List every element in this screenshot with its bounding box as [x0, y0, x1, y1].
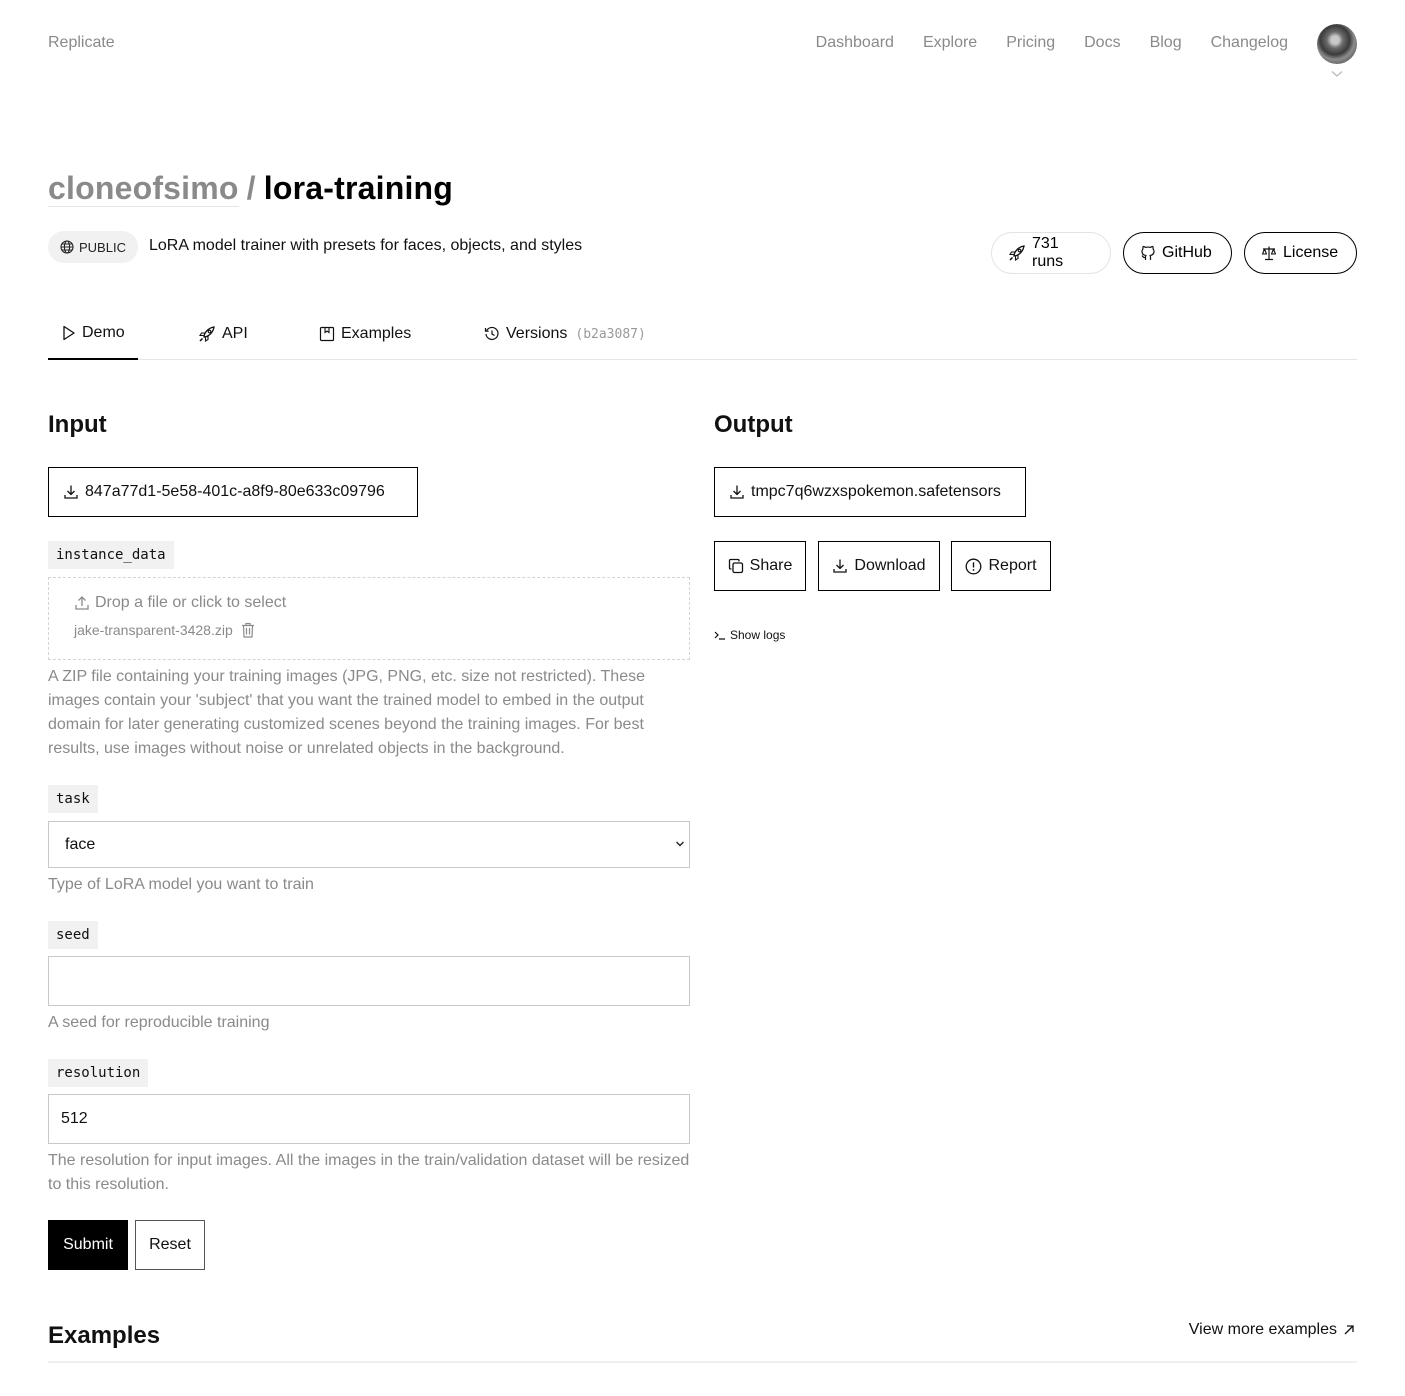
trash-icon[interactable] [241, 622, 255, 638]
resolution-value: 512 [61, 1110, 88, 1127]
title-separator: / [246, 170, 256, 206]
instance-data-help: A ZIP file containing your training imag… [48, 668, 645, 757]
globe-icon [60, 240, 74, 254]
show-logs-label: Show logs [730, 628, 786, 642]
tab-versions[interactable]: Versions (b2a3087) [484, 316, 646, 360]
bookmark-icon [319, 326, 335, 342]
copy-icon [728, 558, 744, 574]
owner-link[interactable]: cloneofsimo [48, 170, 239, 207]
nav-dashboard[interactable]: Dashboard [816, 34, 894, 52]
task-value: face [65, 835, 96, 853]
task-help: Type of LoRA model you want to train [48, 876, 314, 893]
arrow-up-right-icon [1343, 1324, 1355, 1336]
seed-help: A seed for reproducible training [48, 1014, 270, 1031]
download-label: Download [854, 557, 926, 574]
instance-data-dropzone[interactable]: Drop a file or click to select jake-tran… [48, 577, 690, 660]
main-nav: Dashboard Explore Pricing Docs Blog Chan… [787, 34, 1288, 52]
seed-label: seed [48, 921, 98, 949]
nav-docs[interactable]: Docs [1084, 34, 1120, 52]
reset-button[interactable]: Reset [135, 1220, 205, 1270]
version-hash: (b2a3087) [575, 326, 646, 342]
output-heading: Output [714, 411, 793, 438]
top-navigation: Replicate Dashboard Explore Pricing Docs… [48, 22, 1357, 77]
task-label: task [48, 785, 98, 813]
prediction-id: 847a77d1-5e58-401c-a8f9-80e633c09796 [85, 483, 385, 500]
task-select[interactable]: face [48, 821, 690, 868]
chevron-down-icon [675, 840, 685, 848]
report-button[interactable]: Report [951, 541, 1051, 591]
nav-pricing[interactable]: Pricing [1006, 34, 1055, 52]
prediction-download-link[interactable]: 847a77d1-5e58-401c-a8f9-80e633c09796 [48, 467, 418, 517]
runs-count: 731 runs [1032, 235, 1064, 270]
tab-api-label: API [222, 325, 248, 342]
selected-file-name: jake-transparent-3428.zip [74, 622, 233, 638]
nav-explore[interactable]: Explore [923, 34, 977, 52]
tab-examples-label: Examples [341, 325, 412, 342]
tab-bar: Demo API Examples Versions (b2a3087) [48, 316, 1357, 360]
input-heading: Input [48, 411, 107, 438]
visibility-label: PUBLIC [79, 239, 126, 255]
rocket-icon [1008, 244, 1026, 262]
instance-data-label: instance_data [48, 541, 174, 569]
page-title: cloneofsimo / lora-training [48, 170, 453, 207]
license-button[interactable]: License [1244, 232, 1357, 274]
resolution-label: resolution [48, 1059, 149, 1087]
view-more-label: View more examples [1188, 1321, 1337, 1338]
brand-logo-link[interactable]: Replicate [48, 34, 115, 52]
history-icon [484, 326, 500, 342]
alert-icon [965, 558, 982, 575]
download-icon [729, 484, 745, 500]
report-label: Report [988, 557, 1037, 574]
view-more-examples-link[interactable]: View more examples [1189, 1321, 1355, 1339]
tab-api[interactable]: API [198, 316, 248, 360]
runs-button[interactable]: 731 runs [991, 232, 1111, 274]
submit-button[interactable]: Submit [48, 1220, 128, 1270]
tab-versions-label: Versions [506, 325, 568, 342]
download-button[interactable]: Download [818, 541, 940, 591]
license-label: License [1283, 244, 1339, 261]
nav-blog[interactable]: Blog [1150, 34, 1182, 52]
avatar[interactable] [1317, 24, 1357, 64]
tab-examples[interactable]: Examples [319, 316, 411, 360]
scale-icon [1261, 245, 1277, 261]
tab-demo[interactable]: Demo [48, 316, 138, 360]
show-logs-toggle[interactable]: Show logs [714, 628, 785, 642]
download-icon [63, 484, 79, 500]
github-label: GitHub [1162, 244, 1212, 261]
github-button[interactable]: GitHub [1123, 232, 1232, 274]
dropzone-prompt: Drop a file or click to select [74, 594, 286, 612]
seed-input[interactable] [48, 956, 690, 1006]
play-icon [62, 325, 76, 341]
examples-heading: Examples [48, 1322, 161, 1349]
rocket-icon [198, 325, 216, 343]
visibility-badge: PUBLIC [48, 231, 138, 263]
output-file-name: tmpc7q6wzxspokemon.safetensors [751, 483, 1001, 500]
dropzone-text: Drop a file or click to select [95, 594, 287, 611]
model-name: lora-training [263, 170, 454, 206]
selected-file: jake-transparent-3428.zip [74, 622, 255, 638]
terminal-icon [714, 630, 726, 640]
upload-icon [74, 595, 90, 611]
github-icon [1140, 245, 1156, 261]
share-label: Share [749, 557, 793, 574]
resolution-input[interactable]: 512 [48, 1094, 690, 1144]
model-description: LoRA model trainer with presets for face… [149, 237, 583, 254]
resolution-help: The resolution for input images. All the… [48, 1152, 690, 1193]
tab-demo-label: Demo [82, 324, 125, 341]
download-icon [832, 558, 848, 574]
share-button[interactable]: Share [714, 541, 806, 591]
examples-divider [48, 1361, 1357, 1363]
nav-changelog[interactable]: Changelog [1211, 34, 1288, 52]
output-file-link[interactable]: tmpc7q6wzxspokemon.safetensors [714, 467, 1026, 517]
chevron-down-icon[interactable] [1331, 70, 1343, 78]
